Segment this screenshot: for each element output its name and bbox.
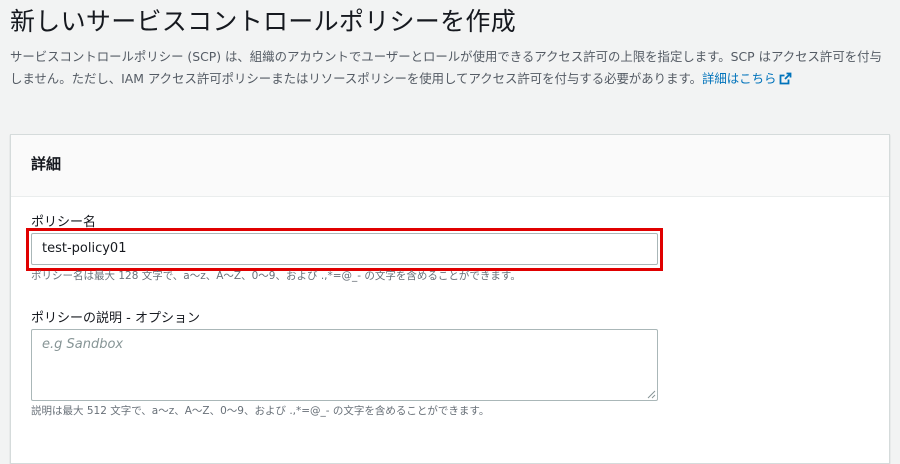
panel-header: 詳細 — [11, 135, 889, 197]
policy-description-hint: 説明は最大 512 文字で、a～z、A～Z、0～9、および .,*=@_- の文… — [31, 405, 490, 417]
panel-title: 詳細 — [31, 155, 62, 173]
policy-name-hint: ポリシー名は最大 128 文字で、a～z、A～Z、0～9、および .,*=@_-… — [31, 270, 521, 282]
policy-description-label: ポリシーの説明 - オプション — [31, 311, 200, 326]
page-description: サービスコントロールポリシー (SCP) は、組織のアカウントでユーザーとロール… — [10, 46, 890, 90]
learn-more-label: 詳細はこちら — [702, 71, 777, 86]
resize-grip-icon[interactable] — [646, 389, 656, 399]
policy-description-textarea[interactable] — [31, 329, 658, 401]
details-panel: 詳細 ポリシー名 test-policy01 ポリシー名は最大 128 文字で、… — [10, 134, 890, 464]
policy-name-input[interactable]: test-policy01 — [31, 233, 658, 265]
external-link-icon — [779, 72, 792, 85]
page-title: 新しいサービスコントロールポリシーを作成 — [10, 7, 517, 36]
learn-more-link[interactable]: 詳細はこちら — [702, 71, 792, 86]
